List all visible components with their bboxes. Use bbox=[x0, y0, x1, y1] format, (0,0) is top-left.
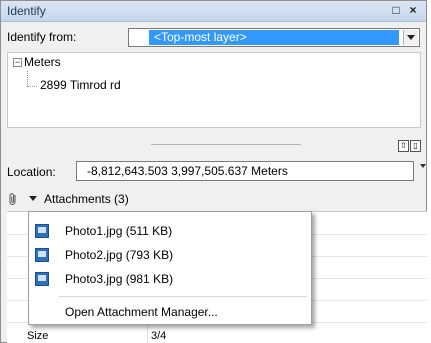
tree-feature-item[interactable]: 2899 Timrod rd bbox=[40, 78, 121, 92]
menu-item-label: Open Attachment Manager... bbox=[65, 305, 218, 319]
image-file-icon bbox=[35, 272, 49, 286]
menu-item-photo3[interactable]: Photo3.jpg (981 KB) bbox=[29, 268, 311, 291]
paperclip-icon[interactable] bbox=[7, 192, 19, 206]
chevron-down-icon[interactable] bbox=[403, 30, 418, 45]
location-field[interactable]: -8,812,643.503 3,997,505.637 Meters bbox=[76, 161, 414, 181]
attachments-menu: Photo1.jpg (511 KB) Photo2.jpg (793 KB) … bbox=[28, 211, 312, 325]
view-buttons: ⇧ ▯ bbox=[398, 140, 422, 152]
location-label: Location: bbox=[7, 165, 56, 179]
pane-toggle-icon[interactable]: ▯ bbox=[410, 140, 421, 152]
attachments-dropdown-icon[interactable] bbox=[26, 190, 40, 206]
tree-connector bbox=[27, 86, 37, 87]
identify-from-select[interactable]: <Top-most layer> bbox=[128, 28, 420, 47]
menu-item-photo2[interactable]: Photo2.jpg (793 KB) bbox=[29, 244, 311, 267]
identify-from-selected: <Top-most layer> bbox=[149, 30, 399, 45]
menu-item-label: Photo3.jpg (981 KB) bbox=[65, 272, 174, 286]
menu-item-label: Photo1.jpg (511 KB) bbox=[65, 224, 173, 238]
menu-separator bbox=[59, 296, 307, 297]
open-attachment-manager-item[interactable]: Open Attachment Manager... bbox=[29, 301, 311, 324]
splitter-handle[interactable] bbox=[151, 144, 301, 145]
title-bar: Identify □ × bbox=[1, 1, 426, 22]
field-name-size: Size bbox=[27, 330, 49, 342]
identify-from-label: Identify from: bbox=[7, 30, 77, 44]
results-tree: − Meters 2899 Timrod rd bbox=[7, 52, 421, 128]
location-dropdown-icon[interactable] bbox=[420, 164, 426, 170]
collapse-up-icon[interactable]: ⇧ bbox=[398, 140, 409, 152]
attachments-label[interactable]: Attachments (3) bbox=[44, 192, 129, 206]
window-title: Identify bbox=[7, 4, 46, 18]
menu-item-label: Photo2.jpg (793 KB) bbox=[65, 248, 174, 262]
collapse-icon[interactable]: − bbox=[13, 58, 22, 67]
identify-panel: Identify □ × Identify from: <Top-most la… bbox=[0, 0, 427, 343]
restore-icon[interactable]: □ bbox=[389, 3, 403, 18]
image-file-icon bbox=[35, 224, 49, 238]
close-icon[interactable]: × bbox=[406, 3, 420, 18]
image-file-icon bbox=[35, 248, 49, 262]
menu-item-photo1[interactable]: Photo1.jpg (511 KB) bbox=[29, 220, 311, 243]
field-value-size: 3/4 bbox=[151, 330, 167, 342]
tree-connector bbox=[27, 71, 28, 86]
tree-root-layer[interactable]: Meters bbox=[24, 55, 61, 69]
